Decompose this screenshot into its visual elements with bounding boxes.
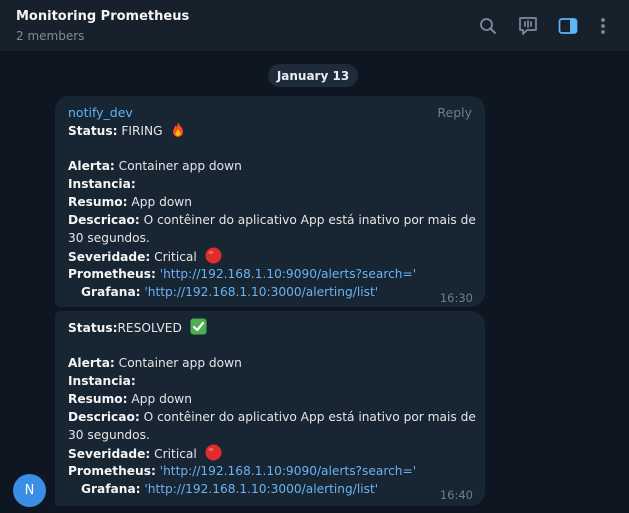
status-line: Status:RESOLVED xyxy=(68,318,207,337)
instancia-line: Instancia: xyxy=(68,175,136,193)
grafana-label: Grafana: xyxy=(81,285,141,299)
kebab-menu-icon xyxy=(601,18,605,34)
grafana-link[interactable]: 'http://192.168.1.10:3000/alerting/list' xyxy=(144,482,378,496)
resumo-label: Resumo: xyxy=(68,195,128,209)
alerta-label: Alerta: xyxy=(68,159,115,173)
resumo-value: App down xyxy=(127,195,192,209)
grafana-line: Grafana: 'http://192.168.1.10:3000/alert… xyxy=(81,480,378,498)
prometheus-line: Prometheus: 'http://192.168.1.10:9090/al… xyxy=(68,462,416,480)
message-time: 16:30 xyxy=(439,291,473,305)
descricao-continuation: 30 segundos. xyxy=(68,426,150,444)
chat-title[interactable]: Monitoring Prometheus xyxy=(16,9,189,24)
fire-icon xyxy=(173,122,184,137)
message-time: 16:40 xyxy=(439,488,473,502)
chat-header: Monitoring Prometheus 2 members xyxy=(0,0,629,52)
severidade-label: Severidade: xyxy=(68,447,151,461)
alerta-label: Alerta: xyxy=(68,356,115,370)
grafana-line: Grafana: 'http://192.168.1.10:3000/alert… xyxy=(81,283,378,301)
severidade-value: Critical xyxy=(150,447,197,461)
alerta-value: Container app down xyxy=(114,159,242,173)
resumo-line: Resumo: App down xyxy=(68,390,192,408)
voice-chat-button[interactable] xyxy=(515,13,541,39)
reply-button[interactable]: Reply xyxy=(437,104,472,122)
descricao-value: O contêiner do aplicativo App está inati… xyxy=(139,213,476,227)
prometheus-link[interactable]: 'http://192.168.1.10:9090/alerts?search=… xyxy=(160,464,416,478)
search-button[interactable] xyxy=(475,13,501,39)
prometheus-label: Prometheus: xyxy=(68,464,156,478)
prometheus-label: Prometheus: xyxy=(68,267,156,281)
avatar[interactable]: N xyxy=(13,474,46,507)
status-label: Status: xyxy=(68,124,118,138)
message-bubble[interactable]: notify_dev Reply Status: FIRING Alerta: … xyxy=(55,96,485,307)
voice-chat-icon xyxy=(519,17,537,35)
status-value: RESOLVED xyxy=(117,321,182,335)
descricao-value-2: 30 segundos. xyxy=(68,231,150,245)
sender-name[interactable]: notify_dev xyxy=(68,104,133,122)
alerta-line: Alerta: Container app down xyxy=(68,157,242,175)
severidade-label: Severidade: xyxy=(68,250,151,264)
status-line: Status: FIRING xyxy=(68,121,186,140)
grafana-link[interactable]: 'http://192.168.1.10:3000/alerting/list' xyxy=(144,285,378,299)
severidade-line: Severidade: Critical xyxy=(68,444,222,463)
descricao-value: O contêiner do aplicativo App está inati… xyxy=(139,410,476,424)
alerta-line: Alerta: Container app down xyxy=(68,354,242,372)
status-value: FIRING xyxy=(117,124,163,138)
descricao-line: Descricao: O contêiner do aplicativo App… xyxy=(68,211,476,229)
descricao-label: Descricao: xyxy=(68,410,140,424)
severidade-value: Critical xyxy=(150,250,197,264)
descricao-value-2: 30 segundos. xyxy=(68,428,150,442)
descricao-line: Descricao: O contêiner do aplicativo App… xyxy=(68,408,476,426)
search-icon xyxy=(480,18,496,34)
severidade-line: Severidade: Critical xyxy=(68,247,222,266)
resumo-value: App down xyxy=(127,392,192,406)
status-label: Status: xyxy=(68,321,118,335)
descricao-label: Descricao: xyxy=(68,213,140,227)
prometheus-link[interactable]: 'http://192.168.1.10:9090/alerts?search=… xyxy=(160,267,416,281)
instancia-label: Instancia: xyxy=(68,177,136,191)
red-circle-icon xyxy=(205,247,222,264)
sidebar-toggle-button[interactable] xyxy=(555,13,581,39)
resumo-label: Resumo: xyxy=(68,392,128,406)
date-separator: January 13 xyxy=(268,64,358,87)
check-mark-icon xyxy=(190,318,207,335)
instancia-line: Instancia: xyxy=(68,372,136,390)
grafana-label: Grafana: xyxy=(81,482,141,496)
resumo-line: Resumo: App down xyxy=(68,193,192,211)
alerta-value: Container app down xyxy=(114,356,242,370)
descricao-continuation: 30 segundos. xyxy=(68,229,150,247)
red-circle-icon xyxy=(205,444,222,461)
member-count[interactable]: 2 members xyxy=(16,29,84,43)
sidebar-icon xyxy=(558,18,578,34)
more-options-button[interactable] xyxy=(590,13,616,39)
prometheus-line: Prometheus: 'http://192.168.1.10:9090/al… xyxy=(68,265,416,283)
message-bubble[interactable]: Status:RESOLVED Alerta: Container app do… xyxy=(55,311,485,506)
instancia-label: Instancia: xyxy=(68,374,136,388)
